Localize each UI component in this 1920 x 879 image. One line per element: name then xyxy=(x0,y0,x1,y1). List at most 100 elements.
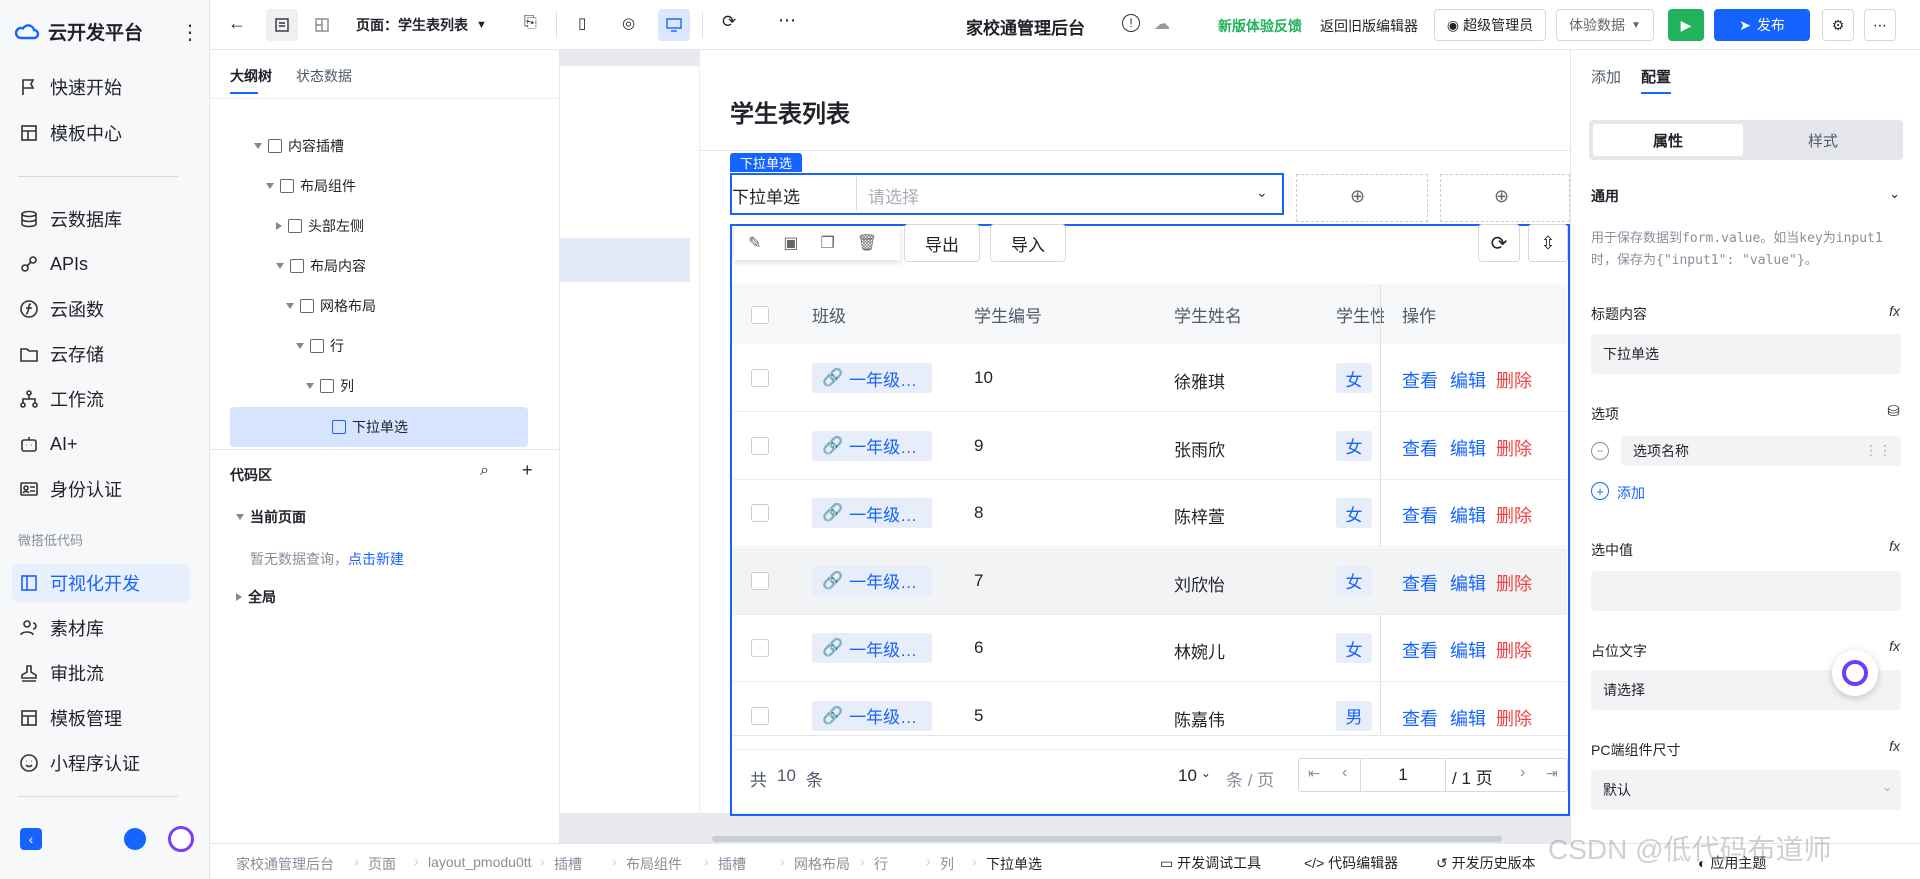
view-link[interactable]: 查看 xyxy=(1402,570,1438,596)
select-input[interactable] xyxy=(856,177,1280,211)
desktop-icon[interactable] xyxy=(658,9,690,41)
outline-view-icon[interactable] xyxy=(266,9,298,41)
row-checkbox[interactable] xyxy=(751,571,769,590)
title-content-field[interactable]: 下拉单选 xyxy=(1591,334,1901,374)
edit-link[interactable]: 编辑 xyxy=(1450,705,1486,731)
nav-item-approval[interactable]: 审批流 xyxy=(12,654,190,692)
save-icon[interactable]: ▣ xyxy=(783,233,798,253)
preview-play-button[interactable]: ▶ xyxy=(1668,9,1704,41)
more-horizontal-icon[interactable]: ⋯ xyxy=(778,10,796,31)
breadcrumb-item[interactable]: 插槽 xyxy=(554,854,582,874)
breadcrumb-item[interactable]: layout_pmodu0tt xyxy=(428,854,532,870)
refresh-icon[interactable]: ⟳ xyxy=(1478,224,1520,262)
more-icon[interactable]: ⋮ xyxy=(180,20,200,45)
nav-item-database[interactable]: 云数据库 xyxy=(12,200,190,238)
add-option-icon[interactable]: + xyxy=(1591,482,1609,500)
data-select[interactable]: 体验数据 ▼ xyxy=(1556,9,1654,41)
import-button[interactable]: 导入 xyxy=(990,224,1066,262)
page-size-select[interactable]: 10 ⌄ xyxy=(1178,766,1211,786)
edit-link[interactable]: 编辑 xyxy=(1450,435,1486,461)
add-circle-icon[interactable]: ⊕ xyxy=(1350,186,1365,207)
chevron-down-icon[interactable]: ⌄ xyxy=(1889,186,1900,202)
settings-icon[interactable]: ⚙ xyxy=(1822,9,1854,41)
add-circle-icon[interactable]: ⊕ xyxy=(1494,186,1509,207)
breadcrumb-item[interactable]: 家校通管理后台 xyxy=(236,854,334,874)
view-link[interactable]: 查看 xyxy=(1402,637,1438,663)
nav-item-workflow[interactable]: 工作流 xyxy=(12,380,190,418)
nav-item-templates[interactable]: 模板中心 xyxy=(12,114,190,152)
edit-link[interactable]: 编辑 xyxy=(1450,637,1486,663)
info-icon[interactable]: ! xyxy=(1122,14,1140,32)
nav-item-auth[interactable]: 身份认证 xyxy=(12,470,190,508)
view-link[interactable]: 查看 xyxy=(1402,705,1438,731)
breadcrumb-item[interactable]: 列 xyxy=(940,854,954,874)
mobile-icon[interactable]: ▯ xyxy=(578,14,586,32)
delete-link[interactable]: 删除 xyxy=(1496,367,1532,393)
class-tag[interactable]: 🔗 一年级… xyxy=(812,498,932,528)
tree-node[interactable]: 网格布局 xyxy=(286,286,376,326)
user-avatar-icon[interactable] xyxy=(124,828,146,850)
code-editor[interactable]: </> 代码编辑器 xyxy=(1304,853,1398,873)
segment-properties[interactable]: 属性 xyxy=(1593,124,1743,156)
drag-handle-icon[interactable]: ⋮⋮ xyxy=(1864,442,1892,459)
select-all-checkbox[interactable] xyxy=(751,306,769,324)
row-checkbox[interactable] xyxy=(751,504,769,522)
nav-item-quickstart[interactable]: 快速开始 xyxy=(12,68,190,106)
breadcrumb-item[interactable]: 插槽 xyxy=(718,854,746,874)
size-select[interactable]: 默认 xyxy=(1591,770,1901,810)
history-versions[interactable]: ↺ 开发历史版本 xyxy=(1436,853,1536,873)
app-logo[interactable]: 云开发平台 xyxy=(14,18,143,45)
delete-link[interactable]: 删除 xyxy=(1496,637,1532,663)
search-icon[interactable]: ⌕ xyxy=(480,462,489,480)
delete-link[interactable]: 删除 xyxy=(1496,705,1532,731)
breadcrumb-item[interactable]: 布局组件 xyxy=(626,854,682,874)
option-name-field[interactable]: 选项名称 xyxy=(1621,436,1901,466)
segment-styles[interactable]: 样式 xyxy=(1747,124,1899,156)
page-input[interactable]: 1 xyxy=(1360,758,1446,792)
last-page-icon[interactable]: ⇥ xyxy=(1546,765,1558,782)
view-link[interactable]: 查看 xyxy=(1402,367,1438,393)
class-tag[interactable]: 🔗 一年级… xyxy=(812,565,932,596)
export-button[interactable]: 导出 xyxy=(904,224,980,262)
add-option-link[interactable]: 添加 xyxy=(1617,483,1645,503)
edit-link[interactable]: 编辑 xyxy=(1450,502,1486,528)
row-checkbox[interactable] xyxy=(751,436,769,455)
tree-node[interactable]: 布局组件 xyxy=(266,166,356,206)
row-checkbox[interactable] xyxy=(751,706,769,725)
feedback-link[interactable]: 新版体验反馈 xyxy=(1218,16,1302,36)
tab-add[interactable]: 添加 xyxy=(1591,66,1621,87)
row-checkbox[interactable] xyxy=(751,639,769,657)
column-height-icon[interactable]: ⇳ xyxy=(1528,224,1568,262)
nav-item-template-mgmt[interactable]: 模板管理 xyxy=(12,699,190,737)
delete-icon[interactable]: 🗑 xyxy=(857,233,877,253)
selected-value-field[interactable] xyxy=(1591,571,1901,611)
back-arrow-icon[interactable]: ← xyxy=(228,13,246,34)
first-page-icon[interactable]: ⇤ xyxy=(1308,765,1320,782)
debug-tool[interactable]: ▭ 开发调试工具 xyxy=(1160,853,1261,873)
remove-option-icon[interactable]: − xyxy=(1591,442,1609,460)
global-node[interactable]: 全局 xyxy=(236,577,276,617)
class-tag[interactable]: 🔗 一年级… xyxy=(812,633,932,663)
view-link[interactable]: 查看 xyxy=(1402,502,1438,528)
add-icon[interactable]: + xyxy=(522,460,533,481)
delete-link[interactable]: 删除 xyxy=(1496,570,1532,596)
tab-config[interactable]: 配置 xyxy=(1641,66,1671,87)
prev-page-icon[interactable]: ‹ xyxy=(1342,764,1347,782)
refresh-icon[interactable]: ⟳ xyxy=(722,12,736,32)
nav-item-visual-dev[interactable]: 可视化开发 xyxy=(12,564,190,602)
edit-icon[interactable]: ✎ xyxy=(748,233,761,253)
back-old-editor-link[interactable]: 返回旧版编辑器 xyxy=(1320,16,1418,36)
next-page-icon[interactable]: › xyxy=(1520,764,1525,782)
nav-item-functions[interactable]: 云函数 xyxy=(12,290,190,328)
edit-link[interactable]: 编辑 xyxy=(1450,570,1486,596)
tab-outline-tree[interactable]: 大纲树 xyxy=(230,66,272,86)
nav-item-miniapp-auth[interactable]: 小程序认证 xyxy=(12,744,190,782)
tree-node[interactable]: 列 xyxy=(306,366,354,406)
copy-icon[interactable]: ❐ xyxy=(821,233,835,253)
breadcrumb-item[interactable]: 网格布局 xyxy=(794,854,850,874)
tree-node[interactable]: 头部左侧 xyxy=(276,206,364,246)
more-menu-icon[interactable]: ⋯ xyxy=(1864,9,1896,41)
admin-button[interactable]: ◉ 超级管理员 xyxy=(1434,9,1546,41)
collapse-icon[interactable]: ‹ xyxy=(20,828,42,850)
nav-item-storage[interactable]: 云存储 xyxy=(12,335,190,373)
